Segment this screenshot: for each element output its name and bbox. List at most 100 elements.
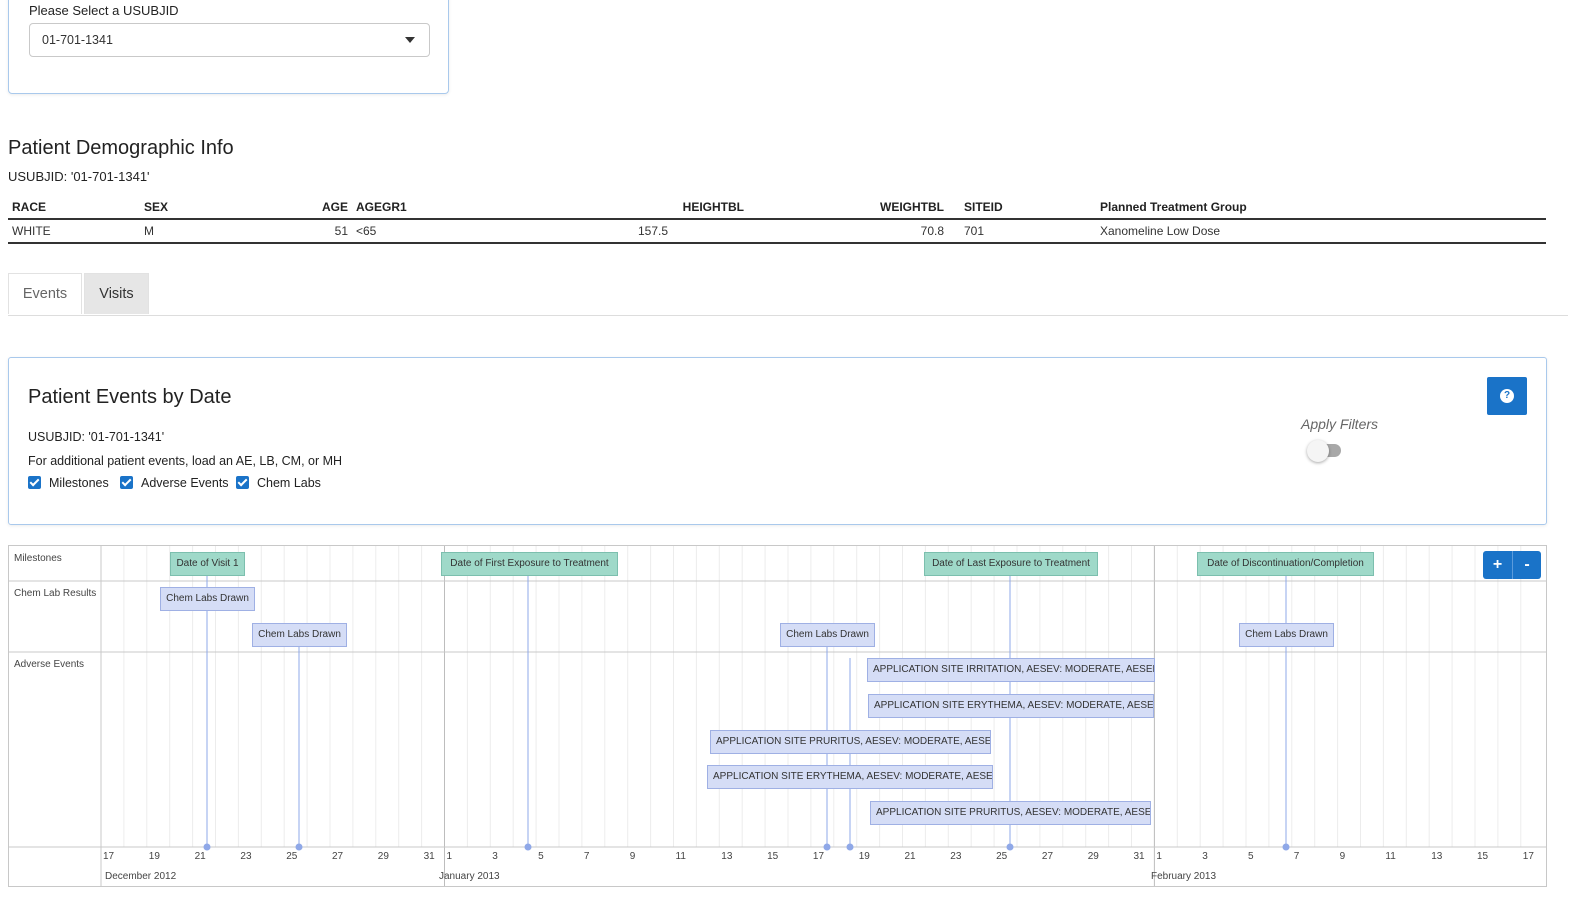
milestone-item[interactable]: Date of First Exposure to Treatment (441, 552, 618, 576)
tick-label: 27 (332, 851, 344, 862)
tick-label: 13 (1431, 851, 1443, 862)
column-header: SEX (140, 196, 280, 220)
tick-label: 5 (538, 851, 544, 862)
chem-labs-checkbox[interactable]: Chem Labs (236, 475, 321, 490)
tick-label: 29 (1087, 851, 1099, 862)
checkbox-label: Chem Labs (257, 475, 321, 490)
event-dot (1006, 843, 1014, 851)
tick-label: 13 (721, 851, 733, 862)
milestone-item[interactable]: Date of Last Exposure to Treatment (924, 552, 1098, 576)
tick-label: 29 (377, 851, 389, 862)
event-dot (524, 843, 532, 851)
events-timeline[interactable]: Milestones Chem Lab Results Adverse Even… (8, 545, 1547, 887)
tick-label: 11 (675, 851, 686, 862)
month-label: February 2013 (1151, 871, 1217, 882)
tick-label: 23 (240, 851, 252, 862)
tick-label: 31 (423, 851, 435, 862)
tick-label: 1 (446, 851, 453, 862)
checkbox-checked-icon[interactable] (120, 476, 133, 489)
tick-label: 21 (194, 851, 206, 862)
tick-label: 11 (1385, 851, 1396, 862)
table-cell: WHITE (8, 219, 140, 244)
tab-bar: Events Visits (8, 273, 1568, 316)
help-button[interactable]: ? (1487, 377, 1527, 415)
tick-label: 25 (286, 851, 298, 862)
table-cell: <65 (352, 219, 472, 244)
tick-label: 15 (1477, 851, 1489, 862)
group-label-chem-labs: Chem Lab Results (14, 588, 97, 599)
tick-label: 1 (1156, 851, 1162, 862)
chem-lab-item[interactable]: Chem Labs Drawn (1239, 623, 1334, 647)
adverse-event-item[interactable]: APPLICATION SITE IRRITATION, AESEV: MODE… (867, 658, 1155, 682)
event-dot (846, 843, 854, 851)
adverse-events-checkbox[interactable]: Adverse Events (120, 475, 229, 490)
month-label: December 2012 (105, 871, 177, 882)
column-header: AGEGR1 (352, 196, 472, 220)
milestones-checkbox[interactable]: Milestones (28, 475, 109, 490)
event-dot (295, 843, 303, 851)
table-cell: Xanomeline Low Dose (1096, 219, 1546, 244)
question-circle-icon: ? (1500, 389, 1514, 403)
events-usubjid: USUBJID: '01-701-1341' (28, 430, 165, 444)
column-header: Planned Treatment Group (1096, 196, 1546, 220)
tab-events[interactable]: Events (8, 273, 82, 314)
event-dot (823, 843, 831, 851)
tick-label: 17 (812, 851, 825, 862)
chem-lab-item[interactable]: Chem Labs Drawn (252, 623, 347, 647)
tick-label: 9 (1339, 851, 1346, 862)
chem-lab-item[interactable]: Chem Labs Drawn (780, 623, 875, 647)
dropdown-value: 01-701-1341 (42, 33, 113, 47)
milestone-item[interactable]: Date of Visit 1 (170, 552, 245, 576)
adverse-event-item[interactable]: APPLICATION SITE PRURITUS, AESEV: MODERA… (710, 730, 991, 754)
group-label-adverse-events: Adverse Events (14, 659, 85, 670)
tick-label: 17 (103, 851, 115, 862)
table-cell: 701 (948, 219, 1096, 244)
table-cell: 157.5 (472, 219, 748, 244)
checkbox-checked-icon[interactable] (236, 476, 249, 489)
tick-label: 7 (1293, 851, 1300, 862)
checkbox-label: Milestones (49, 475, 109, 490)
tick-label: 7 (583, 851, 590, 862)
adverse-event-item[interactable]: APPLICATION SITE PRURITUS, AESEV: MODERA… (870, 801, 1151, 825)
column-header: WEIGHTBL (748, 196, 948, 220)
tick-label: 3 (1202, 851, 1208, 862)
adverse-event-item[interactable]: APPLICATION SITE ERYTHEMA, AESEV: MODERA… (707, 765, 993, 789)
tick-label: 27 (1041, 851, 1054, 862)
toggle-knob[interactable] (1307, 440, 1329, 462)
apply-filters-toggle[interactable] (1307, 440, 1349, 462)
column-header: SITEID (948, 196, 1096, 220)
tick-label: 21 (904, 851, 916, 862)
tick-label: 31 (1133, 851, 1145, 862)
usubjid-dropdown[interactable]: 01-701-1341 (29, 23, 430, 57)
group-label-milestones: Milestones (14, 553, 62, 564)
table-cell: M (140, 219, 280, 244)
month-label: January 2013 (439, 871, 500, 882)
tab-visits[interactable]: Visits (84, 273, 149, 314)
chem-lab-item[interactable]: Chem Labs Drawn (160, 587, 255, 611)
table-cell: 51 (280, 219, 352, 244)
tick-label: 9 (629, 851, 636, 862)
events-panel: Patient Events by Date USUBJID: '01-701-… (8, 357, 1547, 525)
tick-label: 19 (148, 851, 160, 862)
zoom-out-button[interactable]: - (1512, 551, 1541, 579)
event-dot (1282, 843, 1290, 851)
tick-label: 15 (767, 851, 779, 862)
demographics-usubjid: USUBJID: '01-701-1341' (8, 169, 150, 184)
checkbox-label: Adverse Events (141, 475, 229, 490)
zoom-in-button[interactable]: + (1483, 551, 1512, 579)
tick-label: 5 (1248, 851, 1254, 862)
tick-label: 25 (996, 851, 1008, 862)
caret-down-icon (405, 37, 415, 43)
checkbox-checked-icon[interactable] (28, 476, 41, 489)
table-row: WHITE M 51 <65 157.5 70.8 701 Xanomeline… (8, 219, 1546, 244)
select-label: Please Select a USUBJID (29, 3, 179, 18)
adverse-event-item[interactable]: APPLICATION SITE ERYTHEMA, AESEV: MODERA… (868, 694, 1154, 718)
tick-label: 23 (950, 851, 962, 862)
column-header: HEIGHTBL (472, 196, 748, 220)
column-header: RACE (8, 196, 140, 220)
tick-label: 3 (492, 851, 498, 862)
events-title: Patient Events by Date (28, 386, 232, 408)
tick-label: 17 (1522, 851, 1534, 862)
milestone-item[interactable]: Date of Discontinuation/Completion (1197, 552, 1374, 576)
demographics-table: RACE SEX AGE AGEGR1 HEIGHTBL WEIGHTBL SI… (8, 196, 1546, 244)
